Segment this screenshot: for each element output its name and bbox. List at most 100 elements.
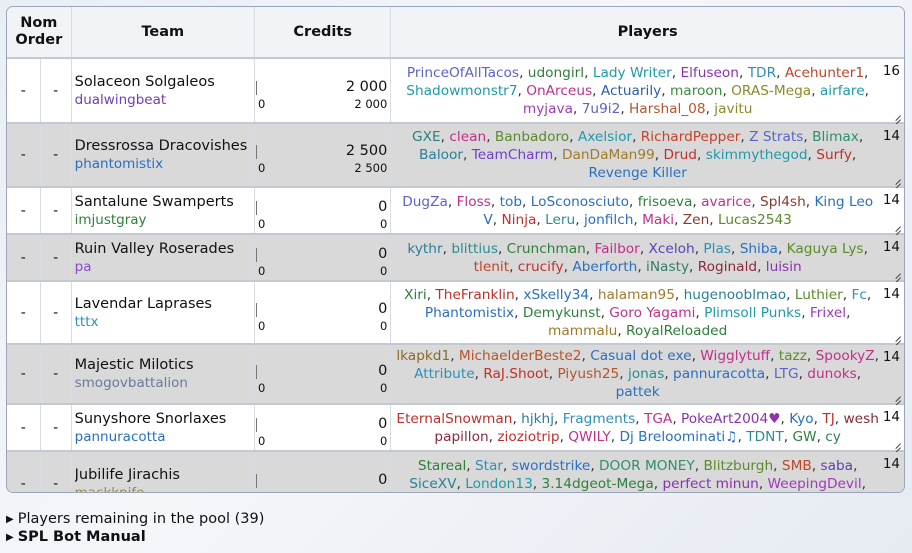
player-name[interactable]: tazz (779, 348, 807, 364)
player-name[interactable]: WeepingDevil (768, 476, 862, 492)
player-name[interactable]: Casual dot exe (590, 348, 691, 364)
player-name[interactable]: Plas (703, 241, 731, 257)
player-name[interactable]: 3.14dgeot-Mega (541, 476, 653, 492)
player-name[interactable]: Drud (663, 147, 697, 163)
player-name[interactable]: TeamCharm (472, 147, 554, 163)
player-name[interactable]: perfect minun (662, 476, 758, 492)
player-name[interactable]: GXE (412, 129, 441, 145)
resize-grip-icon[interactable] (891, 438, 901, 448)
resize-grip-icon[interactable] (891, 268, 901, 278)
player-name[interactable]: Xceloh (649, 241, 695, 257)
resize-grip-icon[interactable] (891, 174, 901, 184)
player-name[interactable]: London13 (465, 476, 533, 492)
player-name[interactable]: saba (820, 458, 853, 474)
player-name[interactable]: LTG (774, 366, 799, 382)
player-name[interactable]: Frixel (810, 305, 846, 321)
player-name[interactable]: Elfuseon (680, 65, 739, 81)
player-name[interactable]: cy (825, 429, 841, 445)
player-name[interactable]: TheFranklin (435, 287, 514, 303)
player-name[interactable]: avarice (701, 194, 751, 210)
player-name[interactable]: blittius (451, 241, 498, 257)
team-manager[interactable]: phantomistix (75, 155, 254, 173)
player-name[interactable]: Phantomistix (425, 305, 514, 321)
player-name[interactable]: Spl4sh (760, 194, 806, 210)
player-name[interactable]: QWILY (568, 429, 611, 445)
team-manager[interactable]: smogovbattalion (75, 374, 254, 392)
player-name[interactable]: Zen (683, 212, 709, 228)
player-name[interactable]: EternalSnowman (396, 411, 512, 427)
player-name[interactable]: RoyalReloaded (626, 323, 727, 339)
player-name[interactable]: lkapkd1 (396, 348, 450, 364)
player-name[interactable]: kythr (407, 241, 442, 257)
player-name[interactable]: Xiri (404, 287, 427, 303)
team-manager[interactable]: pa (75, 258, 254, 276)
player-name[interactable]: Leru (545, 212, 575, 228)
player-name[interactable]: TJ (822, 411, 834, 427)
player-name[interactable]: Acehunter1 (785, 65, 864, 81)
resize-grip-icon[interactable] (891, 110, 901, 120)
player-name[interactable]: Harshal_08 (629, 101, 706, 117)
player-name[interactable]: Goro Yagami (609, 305, 695, 321)
player-name[interactable]: clean (449, 129, 486, 145)
team-manager[interactable]: mackknife (75, 484, 254, 493)
player-name[interactable]: DugZa (402, 194, 448, 210)
player-name[interactable]: Shadowmonstr7 (406, 83, 517, 99)
player-name[interactable]: 7u9i2 (582, 101, 621, 117)
player-name[interactable]: Failbor (595, 241, 640, 257)
player-name[interactable]: Kaguya Lys (787, 241, 864, 257)
player-name[interactable]: xSkelly34 (523, 287, 589, 303)
player-name[interactable]: Lucas2543 (718, 212, 792, 228)
player-name[interactable]: hugenooblmao (684, 287, 786, 303)
player-name[interactable]: tob (500, 194, 522, 210)
player-name[interactable]: Dj Breloominati♫ (619, 429, 737, 445)
resize-grip-icon[interactable] (891, 221, 901, 231)
player-name[interactable]: TGA (644, 411, 672, 427)
player-name[interactable]: Maki (642, 212, 674, 228)
player-name[interactable]: RaJ.Shoot (483, 366, 548, 382)
player-name[interactable]: halaman95 (598, 287, 675, 303)
player-name[interactable]: Axelsior (578, 129, 632, 145)
player-name[interactable]: TDNT (746, 429, 784, 445)
player-name[interactable]: ORAS-Mega (731, 83, 811, 99)
player-name[interactable]: tlenit (474, 259, 509, 275)
team-manager[interactable]: pannuracotta (75, 428, 254, 446)
player-name[interactable]: Fragments (563, 411, 636, 427)
player-name[interactable]: Z Strats (749, 129, 803, 145)
player-name[interactable]: Plimsoll Punks (704, 305, 801, 321)
player-name[interactable]: Shiba (740, 241, 778, 257)
player-name[interactable]: LoSconosciuto (531, 194, 629, 210)
player-name[interactable]: Star (475, 458, 503, 474)
player-name[interactable]: iNasty (646, 259, 689, 275)
player-name[interactable]: PrinceOfAllTacos (407, 65, 519, 81)
player-name[interactable]: Stareal (418, 458, 466, 474)
player-name[interactable]: Piyush25 (557, 366, 619, 382)
player-name[interactable]: airfare (820, 83, 865, 99)
player-name[interactable]: javitu (714, 101, 752, 117)
player-name[interactable]: Demykunst (523, 305, 601, 321)
team-manager[interactable]: dualwingbeat (75, 91, 254, 109)
player-name[interactable]: PokeArt2004♥ (681, 411, 780, 427)
player-name[interactable]: Surfy (816, 147, 852, 163)
player-name[interactable]: Blitzburgh (704, 458, 774, 474)
resize-grip-icon[interactable] (891, 331, 901, 341)
player-name[interactable]: maroon (670, 83, 722, 99)
player-name[interactable]: Ninja (502, 212, 537, 228)
player-name[interactable]: SMB (782, 458, 812, 474)
player-name[interactable]: pattek (616, 384, 660, 400)
team-manager[interactable]: tttx (75, 313, 254, 331)
player-name[interactable]: hjkhj (521, 411, 554, 427)
player-name[interactable]: TDR (748, 65, 776, 81)
player-name[interactable]: Revenge Killer (588, 165, 686, 181)
player-name[interactable]: Baloor (419, 147, 463, 163)
player-name[interactable]: dunoks (807, 366, 856, 382)
player-name[interactable]: udongirl (528, 65, 584, 81)
pool-disclosure[interactable]: ▶ Players remaining in the pool (39) (6, 511, 264, 527)
player-name[interactable]: zioziotrip (497, 429, 559, 445)
player-name[interactable]: myjava (523, 101, 573, 117)
player-name[interactable]: Actuarily (601, 83, 661, 99)
player-name[interactable]: Kyo (789, 411, 813, 427)
player-name[interactable]: mammalu (548, 323, 617, 339)
player-name[interactable]: OnArceus (526, 83, 592, 99)
manual-disclosure[interactable]: ▶ SPL Bot Manual (6, 529, 146, 545)
player-name[interactable]: Floss (457, 194, 491, 210)
